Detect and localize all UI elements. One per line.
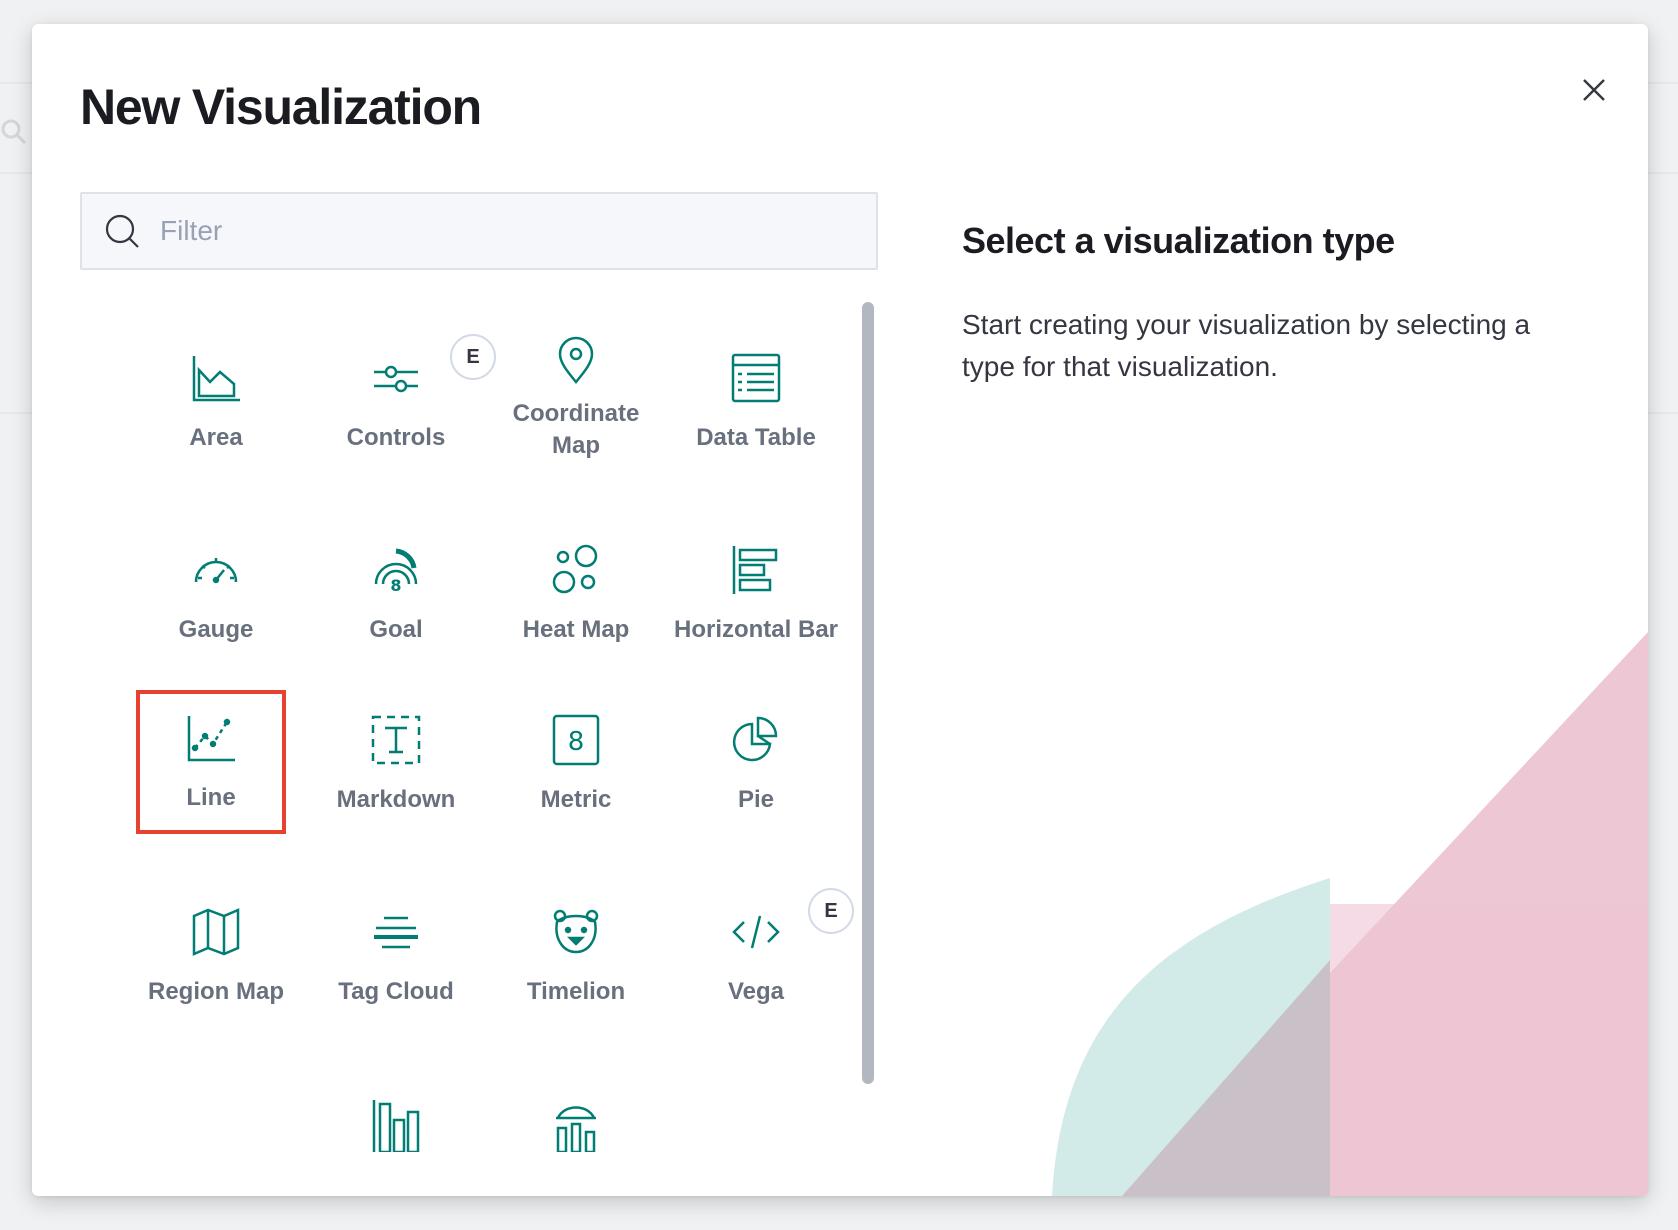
vis-type-region-map[interactable]: Region Map: [128, 864, 304, 1024]
vis-type-label: Heat Map: [522, 616, 630, 643]
vis-type-label: Data Table: [696, 424, 816, 451]
metric-icon: 8: [552, 714, 600, 766]
vis-type-visual-builder[interactable]: [488, 1056, 664, 1196]
svg-text:8: 8: [568, 727, 585, 757]
region-map-icon: [192, 908, 240, 956]
vis-type-label: Markdown: [336, 786, 456, 813]
line-chart-icon: [187, 716, 235, 762]
vis-type-label: Region Map: [148, 978, 284, 1005]
vega-icon: [732, 915, 780, 949]
area-chart-icon: [192, 356, 240, 402]
horizontal-bar-icon: [732, 546, 778, 594]
markdown-icon: [371, 715, 421, 765]
gauge-icon: [194, 558, 238, 584]
vis-type-data-table[interactable]: Data Table: [668, 310, 844, 470]
tag-cloud-icon: [374, 916, 418, 949]
visualization-type-grid: Area Controls E Coordinate Map Data Tabl…: [80, 286, 860, 1196]
vis-type-gauge[interactable]: Gauge: [128, 502, 304, 662]
close-button[interactable]: [1572, 68, 1616, 112]
map-pin-icon: [558, 336, 594, 384]
vis-type-timelion[interactable]: Timelion: [488, 864, 664, 1024]
vis-type-tag-cloud[interactable]: Tag Cloud: [308, 864, 484, 1024]
modal-title: New Visualization: [80, 79, 482, 135]
background-search-icon: [0, 118, 28, 146]
vis-type-label: Timelion: [526, 978, 626, 1005]
vis-type-line[interactable]: Line: [136, 690, 286, 834]
grid-scrollbar[interactable]: [862, 302, 874, 1084]
experimental-badge: E: [808, 888, 854, 934]
vertical-bar-icon: [372, 1100, 420, 1152]
filter-input[interactable]: [160, 215, 840, 247]
controls-icon: [374, 365, 418, 393]
filter-field[interactable]: [80, 192, 878, 270]
vis-type-label: Area: [189, 424, 243, 451]
new-visualization-modal: New Visualization Area: [32, 24, 1648, 1196]
vis-type-vega[interactable]: Vega: [668, 864, 844, 1024]
search-icon: [102, 211, 142, 251]
vis-type-label: Pie: [737, 786, 775, 813]
vis-type-label: Line: [186, 784, 236, 811]
heatmap-icon: [552, 544, 598, 594]
svg-text:8: 8: [390, 576, 401, 595]
vis-type-label: Goal: [369, 616, 423, 643]
timelion-icon: [553, 909, 599, 954]
vis-type-vertical-bar[interactable]: [308, 1056, 484, 1196]
vis-type-controls[interactable]: Controls: [308, 310, 484, 470]
goal-icon: 8: [374, 548, 418, 595]
pie-chart-icon: [732, 716, 778, 762]
vis-type-markdown[interactable]: Markdown: [308, 672, 484, 832]
vis-type-goal[interactable]: 8 Goal: [308, 502, 484, 662]
close-icon: [1583, 79, 1605, 101]
vis-type-metric[interactable]: 8 Metric: [488, 672, 664, 832]
vis-type-coordinate-map[interactable]: Coordinate Map: [488, 310, 664, 470]
vis-type-label: Tag Cloud: [338, 978, 454, 1005]
visual-builder-icon: [556, 1106, 596, 1152]
vis-type-heat-map[interactable]: Heat Map: [488, 502, 664, 662]
vis-type-label: Vega: [727, 978, 785, 1005]
vis-type-area[interactable]: Area: [128, 310, 304, 470]
vis-type-label: Metric: [540, 786, 612, 813]
vis-type-pie[interactable]: Pie: [668, 672, 844, 832]
description-text: Start creating your visualization by sel…: [962, 309, 1531, 382]
vis-type-label: Horizontal Bar: [673, 616, 838, 643]
vis-type-label: Coordinate Map: [512, 400, 640, 459]
vis-type-horizontal-bar[interactable]: Horizontal Bar: [668, 502, 844, 662]
vis-type-label: Gauge: [178, 616, 254, 643]
data-table-icon: [731, 353, 781, 403]
description-title: Select a visualization type: [962, 220, 1395, 261]
vis-type-label: Controls: [346, 424, 446, 451]
